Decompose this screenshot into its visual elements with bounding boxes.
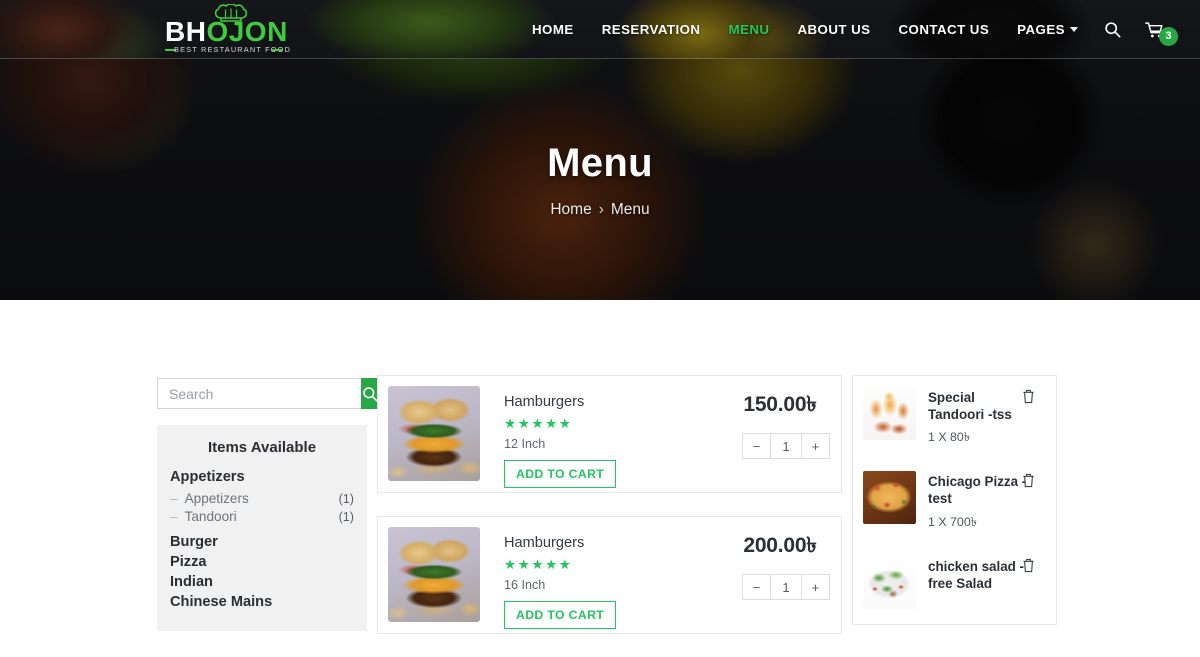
main-navigation: HOME RESERVATION MENU ABOUT US CONTACT U… bbox=[518, 0, 1178, 59]
trash-icon[interactable] bbox=[1022, 473, 1035, 488]
nav-item-pages-label: PAGES bbox=[1017, 22, 1065, 37]
quantity-decrease-button[interactable]: − bbox=[743, 434, 770, 458]
product-info: Hamburgers ★★★★★ 16 Inch ADD TO CART bbox=[504, 527, 617, 629]
cart-button[interactable]: 3 bbox=[1133, 21, 1178, 46]
page-title: Menu bbox=[547, 141, 653, 185]
nav-item-home[interactable]: HOME bbox=[518, 22, 588, 37]
product-card: Hamburgers ★★★★★ 16 Inch ADD TO CART 200… bbox=[377, 516, 842, 634]
category-chinese-mains[interactable]: Chinese Mains bbox=[170, 594, 354, 610]
subcategory-count: (1) bbox=[338, 491, 354, 506]
cart-item-image bbox=[863, 471, 916, 525]
trash-icon[interactable] bbox=[1022, 558, 1035, 573]
rating-stars: ★★★★★ bbox=[504, 557, 573, 572]
category-pizza[interactable]: Pizza bbox=[170, 554, 354, 570]
quantity-increase-button[interactable]: + bbox=[802, 575, 829, 599]
nav-item-reservation[interactable]: RESERVATION bbox=[588, 22, 715, 37]
add-to-cart-button[interactable]: ADD TO CART bbox=[504, 601, 617, 629]
add-to-cart-button[interactable]: ADD TO CART bbox=[504, 460, 617, 488]
breadcrumb-home[interactable]: Home bbox=[550, 201, 591, 218]
items-available-panel: Items Available Appetizers – Appetizers … bbox=[157, 425, 367, 631]
trash-icon[interactable] bbox=[1022, 389, 1035, 404]
subcategory-label: Tandoori bbox=[184, 508, 237, 524]
quantity-stepper: − 1 + bbox=[742, 574, 830, 600]
cart-item: Special Tandoori -tss 1 X 80৳ bbox=[863, 387, 1046, 449]
logo-text-primary: BH bbox=[165, 16, 207, 47]
category-sidebar: Items Available Appetizers – Appetizers … bbox=[157, 378, 379, 631]
site-logo[interactable]: BHOJON BEST RESTAURANT FOOD bbox=[165, 4, 290, 54]
search-input[interactable] bbox=[157, 378, 361, 409]
cart-summary-panel: Special Tandoori -tss 1 X 80৳ Chicago Pi… bbox=[852, 375, 1057, 625]
product-price-area: 150.00৳ − 1 + bbox=[730, 388, 830, 459]
cart-item-image bbox=[863, 387, 916, 440]
logo-text-accent: OJON bbox=[206, 16, 288, 47]
product-name: Hamburgers bbox=[504, 535, 585, 551]
category-indian[interactable]: Indian bbox=[170, 574, 354, 590]
search-icon bbox=[1105, 22, 1121, 38]
nav-item-pages[interactable]: PAGES bbox=[1003, 22, 1092, 37]
search-icon bbox=[363, 386, 378, 402]
logo-wordmark: BHOJON bbox=[165, 18, 288, 46]
cart-item-qty-price: 1 X 700৳ bbox=[928, 514, 977, 529]
subcategory-appetizers[interactable]: – Appetizers (1) bbox=[170, 489, 354, 507]
product-name: Hamburgers bbox=[504, 394, 585, 410]
product-list: Hamburgers ★★★★★ 12 Inch ADD TO CART 150… bbox=[377, 375, 842, 657]
product-price: 150.00৳ bbox=[743, 393, 817, 416]
breadcrumb-separator: › bbox=[598, 201, 604, 218]
quantity-decrease-button[interactable]: − bbox=[743, 575, 770, 599]
nav-item-menu[interactable]: MENU bbox=[714, 22, 783, 37]
nav-item-contact-us[interactable]: CONTACT US bbox=[884, 22, 1003, 37]
product-card: Hamburgers ★★★★★ 12 Inch ADD TO CART 150… bbox=[377, 375, 842, 493]
logo-dash-right bbox=[272, 48, 283, 51]
product-variant: 12 Inch bbox=[504, 437, 546, 451]
cart-item-qty-price: 1 X 80৳ bbox=[928, 430, 970, 445]
cart-badge-count: 3 bbox=[1159, 26, 1178, 46]
cart-item: Chicago Pizza - test 1 X 700৳ bbox=[863, 471, 1046, 533]
chevron-down-icon bbox=[1070, 27, 1078, 32]
cart-item-image bbox=[863, 555, 916, 609]
product-image bbox=[388, 527, 480, 622]
product-price: 200.00৳ bbox=[743, 534, 817, 557]
subcategory-tandoori[interactable]: – Tandoori (1) bbox=[170, 507, 354, 525]
subcategory-label: Appetizers bbox=[184, 490, 249, 506]
quantity-value[interactable]: 1 bbox=[770, 575, 802, 599]
category-appetizers[interactable]: Appetizers bbox=[170, 469, 354, 485]
quantity-value[interactable]: 1 bbox=[770, 434, 802, 458]
quantity-increase-button[interactable]: + bbox=[802, 434, 829, 458]
breadcrumb-current: Menu bbox=[610, 201, 650, 218]
subcategory-count: (1) bbox=[338, 509, 354, 524]
cart-item: chicken salad - free Salad bbox=[863, 555, 1046, 609]
search-toggle-button[interactable] bbox=[1092, 21, 1133, 38]
breadcrumb: Home › Menu bbox=[0, 201, 1200, 219]
product-variant: 16 Inch bbox=[504, 578, 546, 592]
product-image bbox=[388, 386, 480, 481]
rating-stars: ★★★★★ bbox=[504, 416, 573, 431]
nav-item-about-us[interactable]: ABOUT US bbox=[783, 22, 884, 37]
main-content: Items Available Appetizers – Appetizers … bbox=[0, 300, 1200, 634]
quantity-stepper: − 1 + bbox=[742, 433, 830, 459]
category-burger[interactable]: Burger bbox=[170, 534, 354, 550]
product-price-area: 200.00৳ − 1 + bbox=[730, 529, 830, 600]
product-info: Hamburgers ★★★★★ 12 Inch ADD TO CART bbox=[504, 386, 617, 488]
subcategory-dash: – bbox=[170, 490, 178, 506]
panel-title: Items Available bbox=[207, 439, 317, 456]
search-row bbox=[157, 378, 379, 409]
subcategory-dash: – bbox=[170, 508, 178, 524]
site-header: BHOJON BEST RESTAURANT FOOD HOME RESERVA… bbox=[0, 0, 1200, 59]
